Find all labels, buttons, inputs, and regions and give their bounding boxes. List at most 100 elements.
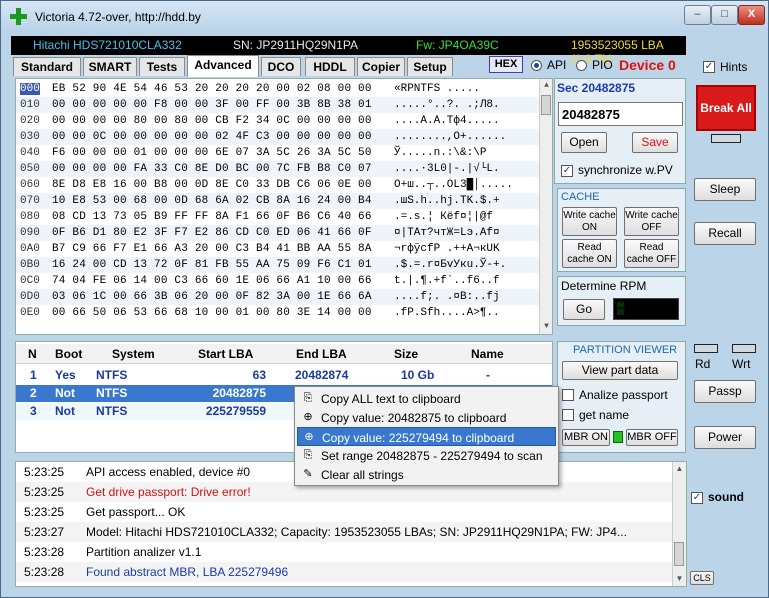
open-button[interactable]: Open [561, 132, 607, 153]
get-name-label: get name [579, 408, 630, 422]
read-cache-off-button[interactable]: Read cache OFF [624, 239, 679, 268]
copy-all-text-item[interactable]: ⎘ Copy ALL text to clipboard [297, 389, 556, 408]
tab-setup[interactable]: Setup [407, 57, 453, 76]
copy-value-start-item[interactable]: ⊕ Copy value: 20482875 to clipboard [297, 408, 556, 427]
set-range-item[interactable]: ⎘ Set range 20482875 - 225279494 to scan [297, 446, 556, 465]
scroll-up-icon[interactable]: ▲ [542, 81, 551, 90]
hex-row[interactable]: 080 08 CD 13 73 05 B9 FF FF 8A F1 66 0F B… [16, 209, 541, 225]
write-cache-on-button[interactable]: Write cache ON [562, 207, 617, 236]
title-bar[interactable]: Victoria 4.72-over, http://hdd.by – □ X [1, 1, 768, 33]
log-scroll-down-icon[interactable]: ▼ [675, 574, 684, 583]
partition-start: 63 [252, 368, 266, 382]
hex-offset: 060 [20, 179, 40, 191]
hex-row[interactable]: 0A0 B7 C9 66 F7 E1 66 A3 20 00 C3 B4 41 B… [16, 241, 541, 257]
tab-hddl[interactable]: HDDL [305, 57, 355, 76]
recall-button[interactable]: Recall [694, 222, 756, 245]
wrt-label: Wrt [732, 357, 751, 371]
hex-row[interactable]: 0B0 16 24 00 CD 13 72 0F 81 FB 55 AA 75 0… [16, 257, 541, 273]
partition-end: 20482874 [295, 368, 349, 382]
log-time: 5:23:28 [24, 545, 65, 559]
hex-row[interactable]: 010 00 00 00 00 00 F8 00 00 3F 00 FF 00 3… [16, 97, 541, 113]
mbr-off-button[interactable]: MBR OFF [626, 429, 678, 446]
tab-tests[interactable]: Tests [139, 57, 185, 76]
partition-viewer-title: PARTITION VIEWER [573, 344, 678, 356]
hex-row[interactable]: 0D0 03 06 1C 00 66 3B 06 20 00 0F 82 3A 0… [16, 289, 541, 305]
log-scroll-thumb[interactable] [674, 542, 684, 566]
hex-row[interactable]: 060 8E D8 E8 16 00 B8 00 0D 8E C0 33 DB C… [16, 177, 541, 193]
hex-row[interactable]: 020 00 00 00 00 80 00 80 00 CB F2 34 0C 0… [16, 113, 541, 129]
hex-row[interactable]: 0C0 74 04 FE 06 14 00 C3 66 60 1E 06 66 A… [16, 273, 541, 289]
analize-passport-checkbox[interactable] [562, 389, 574, 401]
partition-n: 2 [30, 386, 37, 400]
maximize-button[interactable]: □ [711, 5, 738, 25]
hex-offset: 030 [20, 131, 40, 143]
sector-title: Sec 20482875 [557, 81, 636, 95]
log-scrollbar[interactable]: ▲ ▼ [672, 462, 686, 586]
power-button[interactable]: Power [694, 426, 756, 449]
hex-row[interactable]: 040 F6 00 00 00 01 00 00 00 6E 07 3A 5C 2… [16, 145, 541, 161]
log-message: Model: Hitachi HDS721010CLA332; Capacity… [86, 525, 627, 539]
hex-bytes: 8E D8 E8 16 00 B8 00 0D 8E C0 33 DB C6 0… [52, 179, 372, 191]
log-message: Get drive passport: Drive error! [86, 485, 251, 499]
sound-checkbox[interactable]: ✓ [691, 492, 703, 504]
hex-row[interactable]: 070 10 E8 53 00 68 00 0D 68 6A 02 CB 8A 1… [16, 193, 541, 209]
pio-radio[interactable] [576, 60, 587, 71]
scroll-down-icon[interactable]: ▼ [542, 322, 551, 331]
get-name-checkbox[interactable] [562, 409, 574, 421]
copy-value-end-item[interactable]: ⊕ Copy value: 225279494 to clipboard [297, 427, 556, 446]
window-title: Victoria 4.72-over, http://hdd.by [35, 10, 201, 24]
clear-strings-item[interactable]: ✎ Clear all strings [297, 465, 556, 484]
passp-button[interactable]: Passp [694, 380, 756, 403]
partition-start: 20482875 [212, 386, 266, 400]
tab-standard[interactable]: Standard [13, 57, 81, 76]
partition-row[interactable]: 1 Yes NTFS 63 20482874 10 Gb - [16, 367, 552, 384]
hex-scrollbar[interactable]: ▲ ▼ [539, 79, 552, 334]
cache-title: CACHE [561, 191, 600, 203]
hex-bytes: 00 00 0C 00 00 00 00 00 02 4F C3 00 00 0… [52, 131, 372, 143]
sleep-button[interactable]: Sleep [694, 178, 756, 201]
tab-copier[interactable]: Copier [357, 57, 405, 76]
hex-row[interactable]: 050 00 00 00 00 FA 33 C0 8E D0 BC 00 7C F… [16, 161, 541, 177]
hex-bytes: 03 06 1C 00 66 3B 06 20 00 0F 82 3A 00 1… [52, 291, 372, 303]
sector-input[interactable]: 20482875 [558, 102, 683, 126]
hex-bytes: 00 00 00 00 00 F8 00 00 3F 00 FF 00 3B 8… [52, 99, 372, 111]
copy-value-icon: ⊕ [304, 431, 314, 443]
drive-serial: SN: JP2911HQ29N1PA [233, 38, 358, 52]
mbr-on-button[interactable]: MBR ON [562, 429, 610, 446]
hex-row[interactable]: 0E0 00 66 50 06 53 66 68 10 00 01 00 80 3… [16, 305, 541, 321]
hex-scroll-thumb[interactable] [541, 95, 551, 115]
hex-row[interactable]: 030 00 00 0C 00 00 00 00 00 02 4F C3 00 0… [16, 129, 541, 145]
sync-checkbox[interactable]: ✓ [561, 165, 573, 177]
hex-ascii: .шS.h..hj.TK.$.+ [394, 195, 500, 207]
log-message: Partition analizer v1.1 [86, 545, 202, 559]
read-cache-on-button[interactable]: Read cache ON [562, 239, 617, 268]
col-size: Size [394, 347, 419, 361]
api-radio[interactable] [531, 60, 542, 71]
save-button[interactable]: Save [632, 132, 678, 153]
hints-checkbox[interactable]: ✓ [703, 61, 715, 73]
tab-smart[interactable]: SMART [83, 57, 137, 76]
hex-ascii: ¤|TАт?чтЖ=Lэ.Af¤ [394, 227, 500, 239]
tab-dco[interactable]: DCO [261, 57, 301, 76]
col-boot: Boot [55, 347, 83, 361]
tab-advanced[interactable]: Advanced [187, 55, 259, 77]
hex-viewer[interactable]: 000 EB 52 90 4E 54 46 53 20 20 20 20 00 0… [15, 78, 553, 335]
rpm-go-button[interactable]: Go [563, 299, 605, 320]
hex-button[interactable]: HEX [489, 56, 523, 73]
write-cache-off-button[interactable]: Write cache OFF [624, 207, 679, 236]
hex-ascii: .fP.Sfh....А>¶.. [394, 307, 500, 319]
view-part-data-button[interactable]: View part data [562, 361, 678, 380]
cls-button[interactable]: CLS [690, 571, 714, 585]
hex-ascii: .....°..?. .;Л8. [394, 99, 500, 111]
minimize-button[interactable]: – [684, 5, 711, 25]
menu-item-label: Copy value: 20482875 to clipboard [321, 411, 507, 425]
hex-bytes: 74 04 FE 06 14 00 C3 66 60 1E 06 66 A1 1… [52, 275, 372, 287]
close-button[interactable]: X [738, 5, 765, 25]
hex-row[interactable]: 000 EB 52 90 4E 54 46 53 20 20 20 20 00 0… [16, 81, 541, 97]
hints-label: Hints [720, 60, 748, 74]
break-all-button[interactable]: Break All [696, 85, 756, 131]
log-scroll-up-icon[interactable]: ▲ [675, 464, 684, 473]
hex-ascii: ....f;. .¤В:..fj [394, 291, 500, 303]
menu-item-label: Set range 20482875 - 225279494 to scan [321, 449, 543, 463]
hex-row[interactable]: 090 0F B6 D1 80 E2 3F F7 E2 86 CD C0 ED 0… [16, 225, 541, 241]
